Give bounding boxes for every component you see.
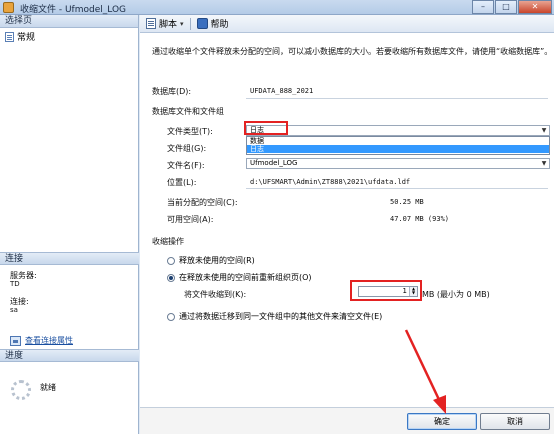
location-value: d:\UFSMART\Admin\ZT888\2021\ufdata.ldf [250, 178, 411, 186]
allocated-value: 50.25 MB [390, 198, 424, 206]
chevron-down-icon: ▾ [180, 19, 184, 28]
chevron-down-icon: ▼ [541, 160, 547, 167]
chevron-down-icon: ▼ [541, 127, 547, 134]
page-item-label: 常规 [17, 33, 36, 43]
left-pane: 选择页 常规 连接 服务器: TD 连接: sa 查看连接属性 进度 就绪 [0, 15, 139, 434]
divider [246, 98, 548, 99]
connection-header: 连接 [0, 252, 139, 265]
file-type-option-log[interactable]: 日志 [247, 145, 549, 153]
file-type-label: 文件类型(T): [167, 127, 213, 136]
file-type-select[interactable]: 日志 ▼ [246, 125, 550, 136]
help-button[interactable]: 帮助 [196, 17, 229, 30]
ok-button[interactable]: 确定 [407, 413, 477, 430]
allocated-label: 当前分配的空间(C): [167, 198, 238, 207]
progress-header: 进度 [0, 349, 139, 362]
radio-reorganize[interactable] [167, 273, 175, 282]
script-icon [146, 18, 156, 29]
free-space-label: 可用空间(A): [167, 215, 214, 224]
empty-file-option[interactable]: 通过将数据迁移到同一文件组中的其他文件来清空文件(E) [167, 311, 382, 322]
release-unused-label: 释放未使用的空间(R) [179, 256, 255, 265]
files-group-title: 数据库文件和文件组 [152, 107, 224, 116]
close-button[interactable]: ✕ [518, 0, 552, 14]
view-connection-properties[interactable]: 查看连接属性 [10, 335, 73, 346]
minimize-button[interactable]: – [472, 0, 494, 14]
page-item-general[interactable]: 常规 [5, 30, 35, 43]
empty-file-label: 通过将数据迁移到同一文件组中的其他文件来清空文件(E) [179, 312, 383, 321]
reorganize-label: 在释放未使用的空间前重新组织页(O) [179, 273, 312, 282]
database-value: UFDATA_888_2021 [250, 87, 314, 95]
progress-status: 就绪 [40, 383, 56, 392]
help-icon [196, 18, 208, 29]
file-type-option-data[interactable]: 数据 [247, 137, 549, 145]
shrink-to-label: 将文件收缩到(K): [184, 290, 247, 299]
window-controls: – □ ✕ [471, 0, 552, 14]
toolbar: 脚本 ▾ 帮助 [140, 15, 554, 33]
app-icon [3, 2, 14, 13]
main-pane: 脚本 ▾ 帮助 通过收缩单个文件释放未分配的空间，可以减小数据库的大小。若要收缩… [140, 15, 554, 434]
filegroup-label: 文件组(G): [167, 144, 207, 153]
toolbar-divider [189, 17, 191, 30]
reorganize-option[interactable]: 在释放未使用的空间前重新组织页(O) [167, 272, 312, 283]
file-name-label: 文件名(F): [167, 161, 205, 170]
annotation-box-file-type [244, 121, 288, 135]
connection-properties-icon [10, 335, 21, 346]
radio-empty[interactable] [167, 312, 175, 321]
file-name-value: Ufmodel_LOG [250, 159, 298, 167]
window-title: 收缩文件 - Ufmodel_LOG [20, 5, 127, 15]
database-label: 数据库(D): [152, 87, 192, 96]
cancel-button[interactable]: 取消 [480, 413, 550, 430]
release-unused-option[interactable]: 释放未使用的空间(R) [167, 255, 255, 266]
connection-value: sa [10, 306, 18, 314]
button-bar: 确定 取消 [140, 407, 554, 434]
divider [246, 188, 548, 189]
script-button[interactable]: 脚本 ▾ [146, 17, 184, 30]
description-text: 通过收缩单个文件释放未分配的空间，可以减小数据库的大小。若要收缩所有数据库文件，… [152, 47, 553, 56]
select-page-header: 选择页 [0, 15, 138, 28]
title-bar: 收缩文件 - Ufmodel_LOG – □ ✕ [0, 0, 554, 15]
server-value: TD [10, 280, 20, 288]
page-icon [5, 31, 14, 42]
location-label: 位置(L): [167, 178, 197, 187]
file-name-select[interactable]: Ufmodel_LOG ▼ [246, 158, 550, 169]
shrink-to-unit: MB (最小为 0 MB) [422, 290, 490, 299]
view-connection-link[interactable]: 查看连接属性 [25, 335, 73, 346]
file-type-dropdown-list: 数据 日志 [246, 136, 550, 155]
help-label: 帮助 [210, 20, 229, 30]
radio-release[interactable] [167, 256, 175, 265]
script-label: 脚本 [159, 20, 178, 30]
shrink-action-title: 收缩操作 [152, 237, 184, 246]
progress-spinner-icon [11, 380, 31, 400]
annotation-box-shrink-to [350, 280, 422, 301]
free-space-value: 47.07 MB (93%) [390, 215, 450, 223]
maximize-button[interactable]: □ [495, 0, 517, 14]
